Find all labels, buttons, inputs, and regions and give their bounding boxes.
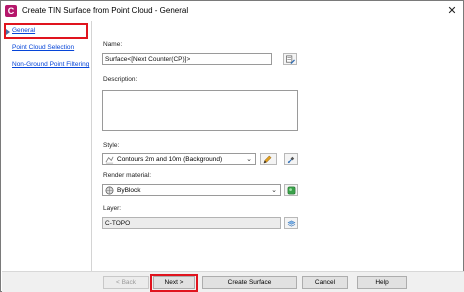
chevron-down-icon: ⌄ [246, 156, 252, 163]
app-icon: C [5, 5, 17, 17]
nav-item-general[interactable]: General [12, 27, 35, 34]
description-textarea[interactable] [102, 90, 298, 131]
button-bar: < Back Next > Create Surface Cancel Help [2, 271, 464, 292]
name-template-icon [286, 55, 295, 64]
close-button[interactable]: ✕ [443, 3, 461, 19]
style-pick-button[interactable] [284, 153, 298, 165]
create-surface-button[interactable]: Create Surface [202, 276, 297, 289]
render-material-icon [287, 186, 296, 195]
render-material-dropdown[interactable]: ByBlock ⌄ [102, 184, 281, 196]
style-value: Contours 2m and 10m (Background) [117, 156, 223, 163]
help-button[interactable]: Help [357, 276, 407, 289]
general-page: Name: Surface<[Next Counter(CP)]> Descri… [93, 21, 463, 271]
layer-button[interactable] [284, 217, 298, 229]
style-edit-icon [263, 155, 272, 164]
nav-item-point-cloud-selection[interactable]: Point Cloud Selection [12, 44, 74, 51]
layer-label: Layer: [103, 205, 122, 212]
render-material-button[interactable] [284, 184, 298, 196]
style-dropdown[interactable]: Contours 2m and 10m (Background) ⌄ [102, 153, 256, 165]
name-template-button[interactable] [283, 53, 297, 65]
name-input[interactable]: Surface<[Next Counter(CP)]> [102, 53, 272, 65]
description-label: Description: [103, 76, 138, 83]
name-label: Name: [103, 41, 123, 48]
cancel-button[interactable]: Cancel [302, 276, 348, 289]
chevron-down-icon: ⌄ [271, 187, 277, 194]
layer-icon [287, 220, 296, 227]
layer-input[interactable]: C-TOPO [102, 217, 281, 229]
surface-style-icon [105, 156, 114, 164]
render-material-value: ByBlock [117, 187, 141, 194]
material-sphere-icon [105, 186, 114, 195]
title-bar: C Create TIN Surface from Point Cloud - … [1, 1, 463, 21]
style-edit-button[interactable] [260, 153, 277, 165]
dialog-window: C Create TIN Surface from Point Cloud - … [0, 0, 464, 292]
next-button[interactable]: Next > [153, 276, 195, 289]
window-title: Create TIN Surface from Point Cloud - Ge… [22, 6, 189, 15]
back-button[interactable]: < Back [103, 276, 149, 289]
style-label: Style: [103, 142, 120, 149]
page-navigation: General Point Cloud Selection Non-Ground… [2, 21, 92, 271]
active-page-arrow-icon [6, 29, 10, 35]
style-pick-icon [287, 156, 295, 164]
nav-item-non-ground-point-filtering[interactable]: Non-Ground Point Filtering [12, 61, 89, 68]
render-material-label: Render material: [103, 172, 152, 179]
